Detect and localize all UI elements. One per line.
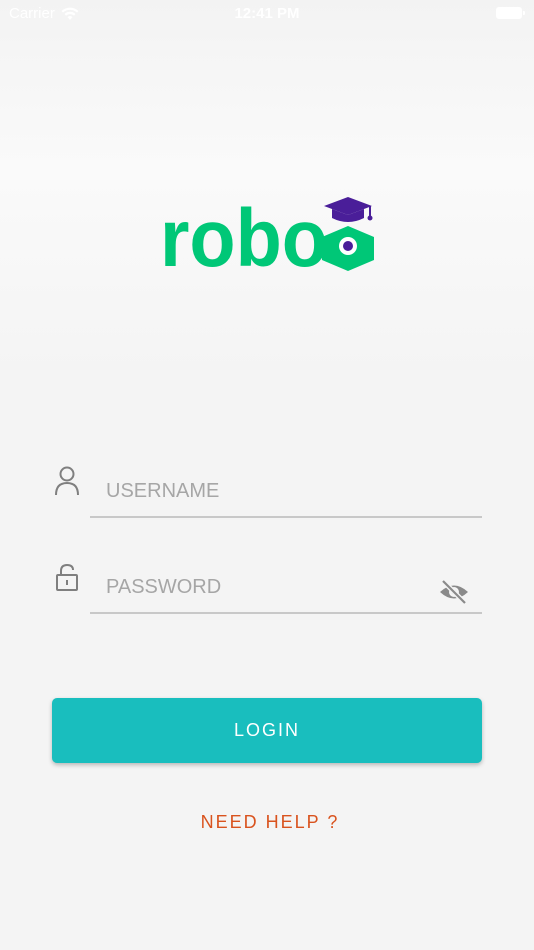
login-button[interactable]: LOGIN (52, 698, 482, 763)
need-help-link[interactable]: NEED HELP ? (0, 812, 534, 833)
password-field (52, 562, 482, 622)
battery-icon (496, 7, 525, 19)
lock-icon (56, 563, 78, 591)
username-field (52, 466, 482, 526)
username-input[interactable] (90, 466, 482, 518)
logo-text: robo (160, 194, 328, 276)
status-bar: Carrier 12:41 PM (0, 0, 534, 28)
eye-off-icon[interactable] (438, 578, 470, 606)
password-input[interactable] (90, 562, 482, 614)
status-time: 12:41 PM (234, 5, 300, 22)
header-background (0, 0, 534, 380)
robo-logo: robo (160, 194, 374, 276)
user-icon (55, 466, 79, 496)
